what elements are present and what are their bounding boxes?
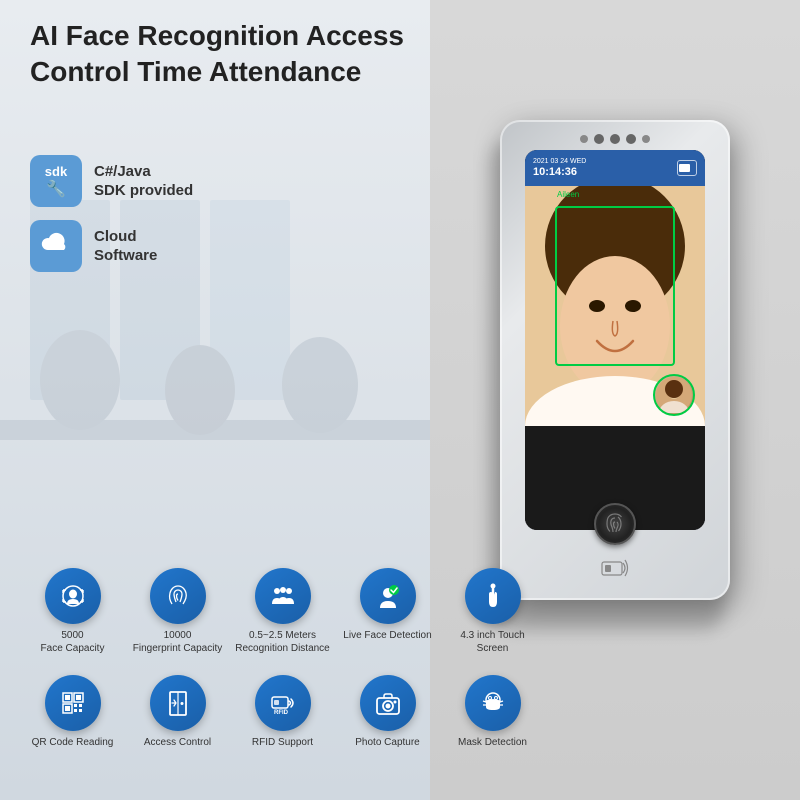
feature-access-control: Access Control	[125, 667, 230, 757]
recognition-distance-label: 0.5~2.5 MetersRecognition Distance	[235, 629, 330, 655]
feature-touch-screen: 4.3 inch Touch Screen	[440, 560, 545, 663]
cloud-block: Cloud Software	[30, 220, 157, 272]
features-row-2: QR Code Reading Access Control	[0, 667, 800, 757]
svg-text:RFID: RFID	[274, 710, 289, 716]
qr-reading-icon	[45, 675, 101, 731]
rfid-support-label: RFID Support	[252, 736, 313, 749]
sdk-text: C#/Java SDK provided	[94, 162, 193, 201]
device-container: 2021 03 24 WED 10:14:36	[480, 100, 760, 620]
face-detection-rect: Aileen	[555, 206, 675, 366]
features-row-1: 5000Face Capacity 10000Fingerprint Capac…	[0, 560, 800, 663]
ir-sensor-2	[626, 134, 636, 144]
live-face-label: Live Face Detection	[343, 629, 431, 642]
face-display: Aileen	[525, 186, 705, 426]
device-screen: 2021 03 24 WED 10:14:36	[525, 150, 705, 530]
camera-dot	[580, 135, 588, 143]
device-shell: 2021 03 24 WED 10:14:36	[500, 120, 730, 600]
battery-icon	[677, 160, 697, 176]
profile-thumbnail	[653, 374, 695, 416]
rfid-support-icon: RFID	[255, 675, 311, 731]
cloud-icon	[30, 220, 82, 272]
sdk-block: sdk 🔧 C#/Java SDK provided	[30, 155, 193, 207]
qr-reading-label: QR Code Reading	[32, 736, 114, 749]
ir-sensor	[594, 134, 604, 144]
status-time: 10:14:36	[533, 166, 673, 178]
device-bezel: 2021 03 24 WED 10:14:36	[525, 150, 705, 530]
camera-row	[525, 128, 705, 150]
camera-main	[610, 134, 620, 144]
feature-live-face: Live Face Detection	[335, 560, 440, 650]
photo-capture-label: Photo Capture	[355, 736, 420, 749]
mask-detection-icon	[465, 675, 521, 731]
status-bar: 2021 03 24 WED 10:14:36	[525, 150, 705, 186]
features-section: 5000Face Capacity 10000Fingerprint Capac…	[0, 560, 800, 800]
access-control-label: Access Control	[144, 736, 211, 749]
recognition-distance-icon	[255, 568, 311, 624]
cloud-text: Cloud Software	[94, 227, 157, 266]
camera-dot-2	[642, 135, 650, 143]
page-title: AI Face Recognition Access Control Time …	[30, 18, 430, 91]
mask-detection-label: Mask Detection	[458, 736, 527, 749]
feature-photo-capture: Photo Capture	[335, 667, 440, 757]
feature-qr-reading: QR Code Reading	[20, 667, 125, 757]
fingerprint-sensor	[594, 503, 636, 545]
fingerprint-capacity-label: 10000Fingerprint Capacity	[133, 629, 222, 655]
face-name: Aileen	[557, 190, 579, 199]
live-face-icon	[360, 568, 416, 624]
sdk-icon: sdk 🔧	[30, 155, 82, 207]
feature-mask-detection: Mask Detection	[440, 667, 545, 757]
face-capacity-icon	[45, 568, 101, 624]
touch-screen-icon	[465, 568, 521, 624]
feature-face-capacity: 5000Face Capacity	[20, 560, 125, 663]
access-control-icon	[150, 675, 206, 731]
feature-rfid-support: RFID RFID Support	[230, 667, 335, 757]
main-content: AI Face Recognition Access Control Time …	[0, 0, 800, 800]
face-capacity-label: 5000Face Capacity	[41, 629, 105, 655]
touch-screen-label: 4.3 inch Touch Screen	[444, 629, 541, 655]
photo-capture-icon	[360, 675, 416, 731]
feature-recognition-distance: 0.5~2.5 MetersRecognition Distance	[230, 560, 335, 663]
status-date: 2021 03 24 WED	[533, 158, 673, 166]
feature-fingerprint-capacity: 10000Fingerprint Capacity	[125, 560, 230, 663]
fingerprint-capacity-icon	[150, 568, 206, 624]
title-block: AI Face Recognition Access Control Time …	[30, 18, 430, 91]
